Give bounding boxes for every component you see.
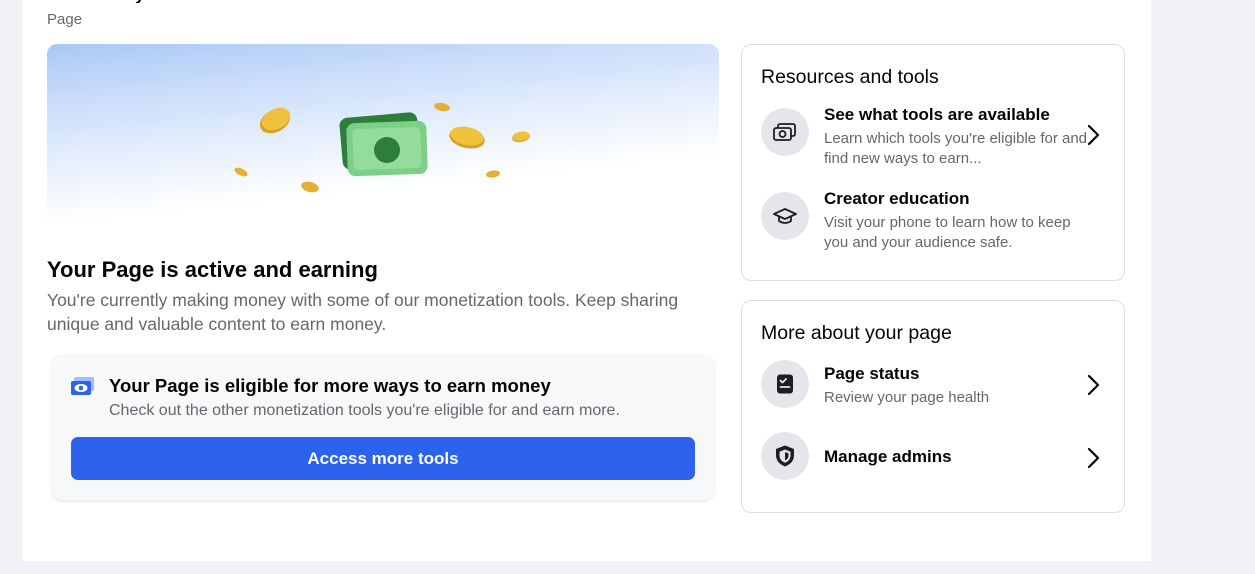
item-description: Visit your phone to learn how to keep yo… [824,214,1071,251]
page-type-label: Page [47,11,83,28]
item-title: Manage admins [824,447,952,466]
section-title-fragment: y [135,0,144,3]
checklist-icon [761,360,809,408]
list-item-tools-available[interactable]: See what tools are available Learn which… [761,105,1107,170]
chevron-right-icon [1083,122,1103,148]
item-description: Review your page health [824,389,990,406]
section-title-cut: y [47,0,247,3]
list-item-page-status[interactable]: Page status Review your page health [761,360,1107,408]
resources-card: Resources and tools See what tools are a… [741,44,1125,281]
more-about-title: More about your page [761,322,952,344]
money-camera-icon [761,108,809,156]
item-title: Page status [824,364,920,383]
chevron-right-icon [1083,372,1103,398]
list-item-creator-education[interactable]: Creator education Visit your phone to le… [761,189,1107,254]
eligible-description: Check out the other monetization tools y… [109,402,620,419]
access-more-tools-button[interactable]: Access more tools [71,437,695,480]
coin-icon [259,107,291,134]
coin-icon [234,167,248,177]
coin-icon [449,126,485,149]
item-description: Learn which tools you're eligible for an… [824,130,1088,167]
item-title: See what tools are available [824,105,1050,124]
list-item-manage-admins[interactable]: Manage admins [761,432,1107,480]
coin-icon [512,131,530,143]
item-title: Creator education [824,189,970,208]
coin-icon [486,170,500,178]
graduation-cap-icon [761,192,809,240]
coin-icon [434,102,450,112]
cash-icon [339,112,428,177]
resources-title: Resources and tools [761,66,939,88]
coin-icon [301,181,319,193]
money-illustration [234,102,530,193]
eligible-title: Your Page is eligible for more ways to e… [109,375,551,396]
eligible-card: Your Page is eligible for more ways to e… [52,355,714,500]
more-about-card: More about your page Page status Review … [741,300,1125,513]
hero-banner [47,44,719,234]
earning-status-description: You're currently making money with some … [47,290,679,334]
shield-icon [761,432,809,480]
money-eye-icon [70,375,96,402]
chevron-right-icon [1083,445,1103,471]
earning-status-title: Your Page is active and earning [47,257,378,282]
